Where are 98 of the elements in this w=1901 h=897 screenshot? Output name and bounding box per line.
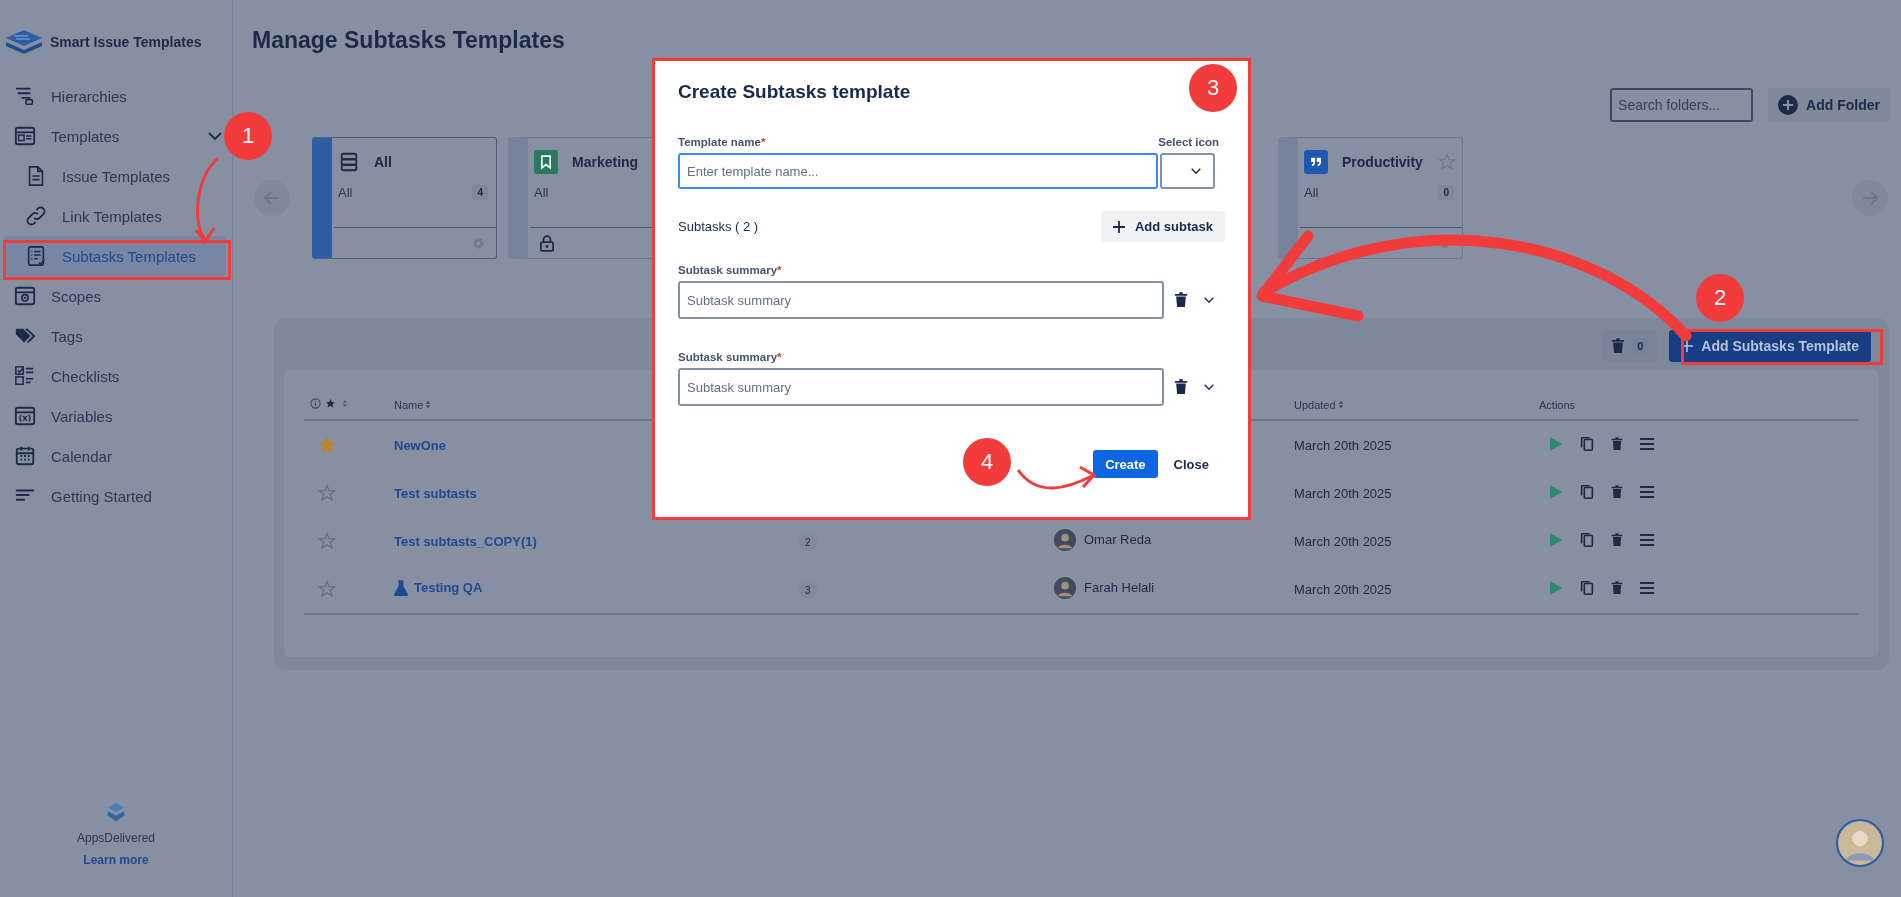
list-icon — [25, 245, 47, 267]
author-name: Omar Reda — [1084, 532, 1152, 547]
learn-more-link[interactable]: Learn more — [83, 853, 149, 867]
copy-icon[interactable] — [1579, 435, 1595, 452]
menu-icon[interactable] — [1639, 531, 1655, 548]
count-badge: 2 — [799, 534, 817, 550]
field-label: Subtask summary* — [678, 264, 783, 276]
vendor-logo-icon — [105, 801, 127, 823]
author-name: Farah Helali — [1084, 580, 1155, 595]
icon-select[interactable] — [1160, 153, 1215, 189]
template-link[interactable]: Test subtasts — [394, 485, 477, 501]
plus-icon — [1681, 340, 1694, 352]
dialog-title: Create Subtasks template — [678, 80, 911, 104]
chevron-icon — [1191, 168, 1201, 174]
add-folder-button[interactable]: Add Folder — [1768, 88, 1890, 122]
info-icon — [310, 398, 321, 409]
step-badge: 2 — [1696, 274, 1744, 322]
menu-icon[interactable] — [1639, 579, 1655, 596]
calendar-icon — [14, 445, 36, 467]
template-link[interactable]: NewOne — [394, 437, 446, 453]
menu-icon[interactable] — [1639, 483, 1655, 500]
star-icon[interactable] — [1438, 153, 1456, 171]
app-name: Smart Issue Templates — [50, 34, 202, 50]
create-button[interactable]: Create — [1093, 450, 1158, 478]
target-window-icon — [14, 285, 36, 307]
column-header[interactable]: Name — [394, 398, 424, 411]
hierarchy-icon — [14, 85, 36, 107]
search-field[interactable]: Search folders... — [1610, 88, 1754, 122]
count-badge: 4 — [472, 184, 488, 200]
sort-icon[interactable] — [1337, 400, 1344, 409]
menu-icon[interactable] — [1639, 435, 1655, 452]
updated-date: March 20th 2025 — [1294, 437, 1392, 453]
nav-item[interactable]: Templates — [4, 116, 226, 156]
trash-icon[interactable] — [1174, 379, 1188, 395]
trash-icon — [1611, 338, 1626, 354]
avatar-icon — [1054, 528, 1076, 551]
subtask-summary-field[interactable]: Subtask summary — [678, 281, 1164, 319]
count-badge: 0 — [1631, 338, 1650, 354]
star-icon[interactable] — [318, 532, 336, 550]
folder-card[interactable]: All All 4 — [312, 137, 497, 259]
avatar-icon — [1054, 576, 1076, 599]
nav-item[interactable]: Issue Templates — [4, 156, 226, 196]
star-icon — [325, 398, 336, 409]
column-header[interactable]: Updated — [1294, 398, 1336, 411]
app-logo-icon — [4, 28, 44, 56]
page-title: Manage Subtasks Templates — [252, 26, 566, 55]
close-button[interactable]: Close — [1167, 456, 1215, 472]
nav-item[interactable]: Getting Started — [4, 476, 226, 516]
stack-icon — [338, 151, 360, 173]
plus-circle-icon — [1778, 95, 1799, 115]
folder-subtitle: All — [534, 184, 549, 200]
folder-name: Productivity — [1342, 154, 1423, 170]
template-link[interactable]: Test subtasts_COPY(1) — [394, 533, 537, 549]
star-icon[interactable] — [318, 580, 336, 598]
step-badge: 1 — [224, 112, 272, 160]
nav-item[interactable]: Link Templates — [4, 196, 226, 236]
template-window-icon — [14, 125, 36, 147]
nav-item[interactable]: Checklists — [4, 356, 226, 396]
trash-icon[interactable] — [1174, 292, 1188, 308]
column-header: Actions — [1539, 398, 1576, 411]
updated-date: March 20th 2025 — [1294, 581, 1392, 597]
template-link[interactable]: Testing QA — [414, 580, 483, 595]
folder-subtitle: All — [1304, 184, 1319, 200]
trash-button[interactable]: 0 — [1603, 330, 1658, 362]
avatar-button[interactable] — [1836, 819, 1884, 867]
chevron-icon[interactable] — [1204, 384, 1214, 390]
variable-window-icon — [14, 405, 36, 427]
count-badge: 0 — [1438, 184, 1454, 200]
folder-subtitle: All — [338, 184, 353, 200]
add-subtask-button[interactable]: Add subtask — [1101, 211, 1225, 242]
plus-icon — [1113, 220, 1125, 233]
field-label: Select icon — [1158, 136, 1219, 148]
copy-icon[interactable] — [1579, 531, 1595, 548]
nav-item[interactable]: Calendar — [4, 436, 226, 476]
add-template-button[interactable]: Add Subtasks Template — [1669, 330, 1871, 362]
folder-card[interactable]: Productivity All 0 — [1278, 137, 1463, 259]
vendor-name: AppsDelivered — [76, 831, 155, 845]
checklist-icon — [14, 365, 36, 387]
nav-item[interactable]: Scopes — [4, 276, 226, 316]
star-icon[interactable] — [318, 436, 336, 454]
nav-item[interactable]: Tags — [4, 316, 226, 356]
updated-date: March 20th 2025 — [1294, 533, 1392, 549]
updated-date: March 20th 2025 — [1294, 485, 1392, 501]
folder-name: All — [374, 154, 392, 170]
subtask-summary-field[interactable]: Subtask summary — [678, 368, 1164, 406]
field-label: Subtask summary* — [678, 351, 783, 363]
template-name-field[interactable]: Enter template name... — [678, 153, 1158, 189]
star-icon[interactable] — [318, 484, 336, 502]
count-badge: 3 — [799, 582, 817, 598]
chevron-icon[interactable] — [1204, 297, 1214, 303]
lock-icon[interactable] — [540, 234, 554, 252]
copy-icon[interactable] — [1579, 483, 1595, 500]
nav-item[interactable]: Variables — [4, 396, 226, 436]
link-icon — [25, 205, 47, 227]
sort-icon[interactable] — [425, 400, 432, 409]
copy-icon[interactable] — [1579, 579, 1595, 596]
nav-item[interactable]: Hierarchies — [4, 76, 226, 116]
folder-name: Marketing — [572, 154, 639, 170]
